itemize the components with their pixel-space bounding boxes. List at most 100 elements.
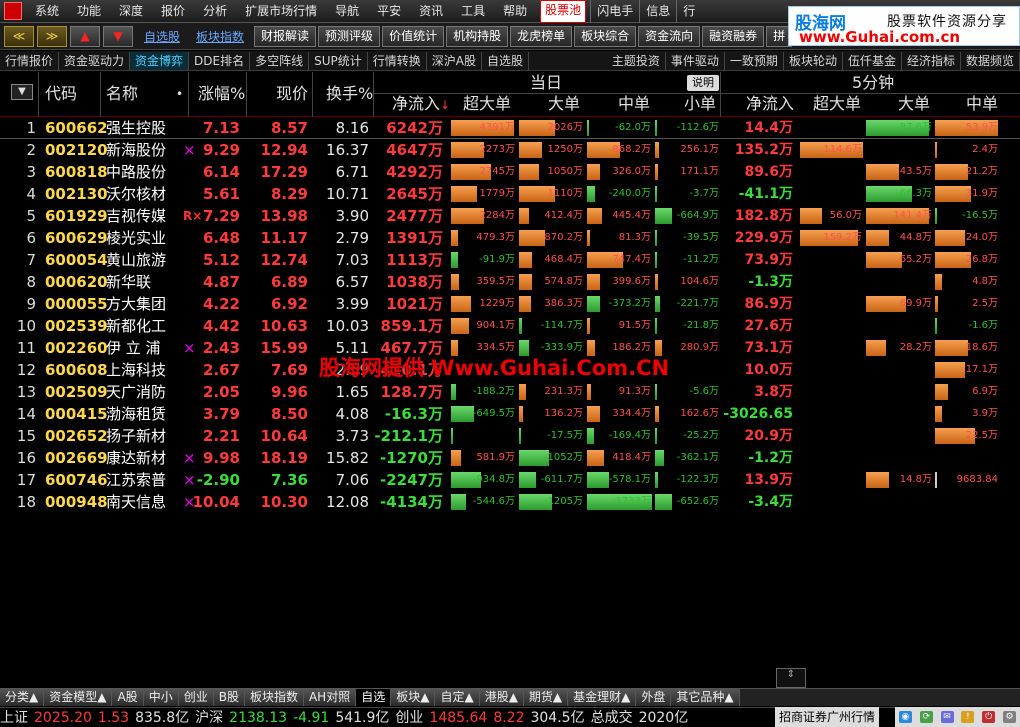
menu-item-7[interactable]: 平安 — [368, 0, 410, 23]
menu-item-8[interactable]: 资讯 — [410, 0, 452, 23]
toolbar-link-sector-index[interactable]: 板块指数 — [188, 28, 252, 45]
function-tab-right-6[interactable]: 数据频览 — [961, 52, 1020, 70]
table-row[interactable]: 6 600629 棱光实业 6.48 11.17 2.79 1391万 229.9万 479.3… — [0, 227, 1020, 249]
function-tab-right-4[interactable]: 伍仟基金 — [843, 52, 902, 70]
table-row[interactable]: 10 002539 新都化工 4.42 10.63 10.03 859.1万 27.6万 904… — [0, 315, 1020, 337]
alert-icon[interactable]: ! — [961, 711, 975, 723]
function-tab-right-5[interactable]: 经济指标 — [902, 52, 961, 70]
bottom-tab-15[interactable]: 其它品种▲ — [671, 689, 740, 706]
menu-item-0[interactable]: 系统 — [26, 0, 68, 23]
function-tab-7[interactable]: 深沪A股 — [427, 51, 483, 70]
function-tab-2[interactable]: 资金博弈 — [130, 51, 190, 70]
table-row[interactable]: 17 600746 江苏索普 × -2.90 7.36 7.06 -2247万 13.9万 -93… — [0, 469, 1020, 491]
toolbar-button-6[interactable]: 资金流向 — [638, 25, 701, 47]
header-net-inflow[interactable]: 净流入↓ — [392, 94, 450, 115]
menu-item-9[interactable]: 工具 — [452, 0, 494, 23]
bottom-tab-9[interactable]: 板块▲ — [391, 689, 436, 706]
toolbar-button-7[interactable]: 融资融券 — [702, 25, 765, 47]
table-row[interactable]: 16 002669 康达新材 × 9.98 18.19 15.82 -1270万 -1.2万 58… — [0, 447, 1020, 469]
function-tab-1[interactable]: 资金驱动力 — [59, 51, 131, 70]
table-row[interactable]: 15 002652 扬子新材 2.21 10.64 3.73 -212.1万 20.9万 -17… — [0, 425, 1020, 447]
table-row[interactable]: 2 002120 新海股份 × 9.29 12.94 16.37 4647万 135.2万 227… — [0, 139, 1020, 161]
mail-icon[interactable]: ✉ — [940, 711, 954, 723]
header-medium[interactable]: 中单 — [618, 94, 650, 114]
menu-item-stock-pool[interactable]: 股票池 — [540, 0, 587, 23]
settings-icon[interactable]: ⚙ — [1003, 711, 1017, 723]
header-super-large[interactable]: 超大单 — [463, 94, 511, 114]
table-row[interactable]: 3 600818 中路股份 6.14 17.29 6.71 4292万 89.6万 2745万 1… — [0, 161, 1020, 183]
table-row[interactable]: 4 002130 沃尔核材 5.61 8.29 10.71 2645万 -41.1万 1779万… — [0, 183, 1020, 205]
explain-button[interactable]: 说明 — [687, 75, 719, 91]
toolbar-link-watchlist[interactable]: 自选股 — [136, 28, 188, 45]
bottom-tab-6[interactable]: 板块指数 — [244, 689, 304, 706]
header-super-large-5min[interactable]: 超大单 — [813, 94, 861, 114]
nav-up-button[interactable]: ▲ — [70, 25, 100, 47]
toolbar-button-2[interactable]: 价值统计 — [382, 25, 445, 47]
nav-forward-button[interactable]: ≫ — [37, 25, 67, 47]
function-tab-3[interactable]: DDE排名 — [189, 51, 251, 70]
function-tab-5[interactable]: SUP统计 — [309, 51, 368, 70]
menu-item-5[interactable]: 扩展市场行情 — [236, 0, 326, 23]
toolbar-button-3[interactable]: 机构持股 — [446, 25, 509, 47]
bottom-tab-10[interactable]: 自定▲ — [435, 689, 480, 706]
table-row[interactable]: 7 600054 黄山旅游 5.12 12.74 7.03 1113万 73.9万 -91.9万… — [0, 249, 1020, 271]
bottom-tab-2[interactable]: A股 — [112, 689, 144, 706]
toolbar-button-1[interactable]: 预测评级 — [318, 25, 381, 47]
header-net-inflow-5min[interactable]: 净流入 — [746, 94, 794, 114]
menu-item-10[interactable]: 帮助 — [494, 0, 536, 23]
bottom-tab-12[interactable]: 期货▲ — [523, 689, 569, 706]
toolbar-button-5[interactable]: 板块综合 — [574, 25, 637, 47]
toolbar-button-4[interactable]: 龙虎榜单 — [510, 25, 573, 47]
table-row[interactable]: 5 601929 吉视传媒 R× 7.29 13.98 3.90 2477万 182.8万 228… — [0, 205, 1020, 227]
header-medium-5min[interactable]: 中单 — [966, 94, 998, 114]
table-row[interactable]: 13 002509 天广消防 2.05 9.96 1.65 128.7万 3.8万 -188.2… — [0, 381, 1020, 403]
header-turnover[interactable]: 换手% — [326, 84, 373, 104]
bottom-tab-11[interactable]: 港股▲ — [479, 689, 524, 706]
column-menu-button[interactable]: ▼ — [11, 84, 33, 100]
menu-item-6[interactable]: 导航 — [326, 0, 368, 23]
bottom-tab-8[interactable]: 自选 — [356, 689, 392, 706]
bottom-tab-5[interactable]: B股 — [213, 689, 245, 706]
broker-name[interactable]: 招商证券广州行情 — [775, 707, 880, 727]
function-tab-4[interactable]: 多空阵线 — [250, 51, 310, 70]
refresh-icon[interactable]: ⟳ — [919, 711, 933, 723]
header-change[interactable]: 涨幅% — [198, 84, 245, 104]
table-row[interactable]: 14 000415 渤海租赁 3.79 8.50 4.08 -16.3万 -3026.65 -6… — [0, 403, 1020, 425]
table-row[interactable]: 9 000055 方大集团 4.22 6.92 3.99 1021万 86.9万 1229万 38… — [0, 293, 1020, 315]
menu-item-4[interactable]: 分析 — [194, 0, 236, 23]
header-price[interactable]: 现价 — [276, 84, 308, 104]
toolbar-button-0[interactable]: 财报解读 — [254, 25, 317, 47]
function-tab-0[interactable]: 行情报价 — [0, 51, 60, 70]
menu-right-item-0[interactable]: 闪电手 — [590, 0, 639, 23]
bottom-tab-0[interactable]: 分类▲ — [0, 689, 45, 706]
app-logo-icon[interactable] — [4, 2, 22, 20]
function-tab-right-0[interactable]: 主题投资 — [607, 52, 666, 70]
network-icon[interactable]: ◉ — [898, 711, 912, 723]
header-large[interactable]: 大单 — [548, 94, 580, 114]
power-icon[interactable]: ⏻ — [982, 711, 996, 723]
header-large-5min[interactable]: 大单 — [898, 94, 930, 114]
function-tab-right-2[interactable]: 一致预期 — [725, 52, 784, 70]
bottom-tab-7[interactable]: AH对照 — [303, 689, 357, 706]
bottom-tab-4[interactable]: 创业 — [178, 689, 214, 706]
scroll-handle-icon[interactable]: ⇕ — [776, 668, 806, 688]
menu-right-item-1[interactable]: 信息 — [639, 0, 676, 23]
bottom-tab-14[interactable]: 外盘 — [636, 689, 672, 706]
header-small[interactable]: 小单 — [684, 94, 716, 114]
menu-item-3[interactable]: 报价 — [152, 0, 194, 23]
menu-item-2[interactable]: 深度 — [110, 0, 152, 23]
nav-back-button[interactable]: ≪ — [4, 25, 34, 47]
table-row[interactable]: 1 600662 强生控股 7.13 8.57 8.16 6242万 14.4万 4391万 20… — [0, 117, 1020, 139]
function-tab-right-1[interactable]: 事件驱动 — [666, 52, 725, 70]
function-tab-8[interactable]: 自选股 — [482, 51, 530, 70]
bottom-tab-13[interactable]: 基金理财▲ — [568, 689, 637, 706]
table-row[interactable]: 18 000948 南天信息 × 10.04 10.30 12.08 -4134万 -3.4万 -… — [0, 491, 1020, 513]
site-banner[interactable]: 股海网 股票软件资源分享 www.Guhai.com.cn — [788, 6, 1020, 46]
nav-down-button[interactable]: ▼ — [103, 25, 133, 47]
header-code[interactable]: 代码 — [45, 84, 77, 104]
table-row[interactable]: 8 000620 新华联 4.87 6.89 6.57 1038万 -1.3万 359.5万 57… — [0, 271, 1020, 293]
menu-right-item-2[interactable]: 行 — [676, 0, 701, 23]
header-name[interactable]: 名称 — [106, 84, 138, 104]
menu-item-1[interactable]: 功能 — [68, 0, 110, 23]
bottom-tab-3[interactable]: 中小 — [143, 689, 179, 706]
